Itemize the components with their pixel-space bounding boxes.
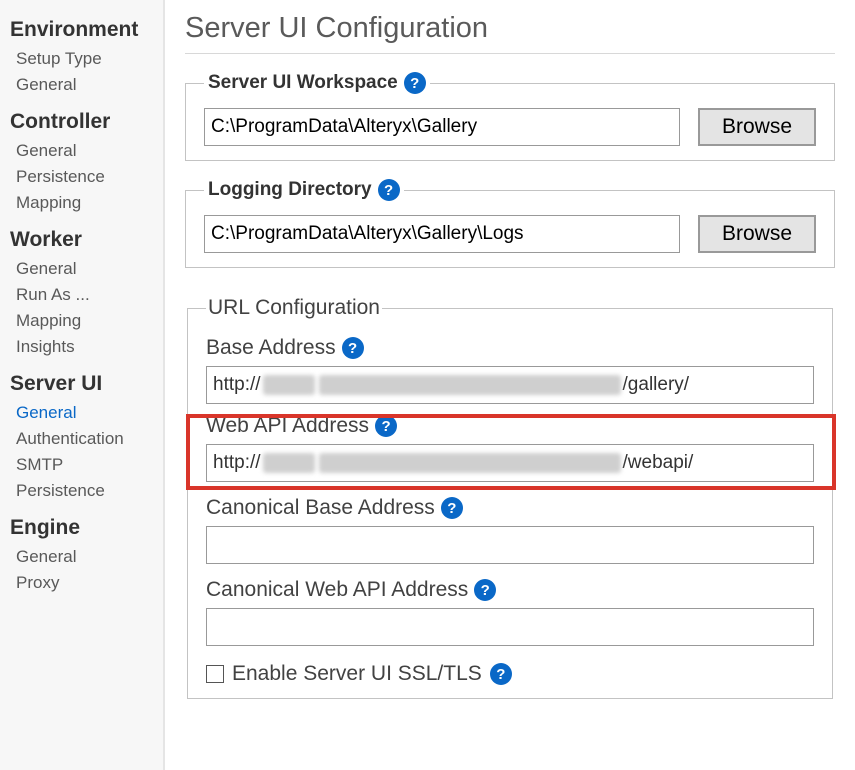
workspace-fieldset: Server UI Workspace ? Browse bbox=[185, 72, 835, 161]
nav-item[interactable]: General bbox=[0, 72, 163, 98]
help-icon[interactable]: ? bbox=[474, 579, 496, 601]
logging-input[interactable] bbox=[204, 215, 680, 253]
workspace-legend: Server UI Workspace bbox=[208, 72, 398, 94]
nav-item[interactable]: Run As ... bbox=[0, 282, 163, 308]
redacted-text bbox=[319, 375, 621, 395]
sidebar: EnvironmentSetup TypeGeneralControllerGe… bbox=[0, 0, 165, 770]
help-icon[interactable]: ? bbox=[378, 179, 400, 201]
nav-item[interactable]: SMTP bbox=[0, 452, 163, 478]
redacted-text bbox=[319, 453, 621, 473]
base-address-input[interactable]: http:// /gallery/ bbox=[206, 366, 814, 404]
nav-item[interactable]: General bbox=[0, 256, 163, 282]
ssl-checkbox[interactable] bbox=[206, 665, 224, 683]
nav-item[interactable]: Persistence bbox=[0, 164, 163, 190]
canonical-webapi-input[interactable] bbox=[206, 608, 814, 646]
help-icon[interactable]: ? bbox=[490, 663, 512, 685]
main-panel: Server UI Configuration Server UI Worksp… bbox=[165, 0, 855, 770]
browse-button[interactable]: Browse bbox=[698, 215, 816, 253]
base-address-suffix: /gallery/ bbox=[623, 374, 690, 396]
logging-fieldset: Logging Directory ? Browse bbox=[185, 179, 835, 268]
nav-group-title: Engine bbox=[0, 504, 163, 544]
nav-group-title: Worker bbox=[0, 216, 163, 256]
canonical-base-input[interactable] bbox=[206, 526, 814, 564]
nav-item[interactable]: Authentication bbox=[0, 426, 163, 452]
nav-group-title: Environment bbox=[0, 6, 163, 46]
help-icon[interactable]: ? bbox=[375, 415, 397, 437]
nav-item[interactable]: Insights bbox=[0, 334, 163, 360]
help-icon[interactable]: ? bbox=[441, 497, 463, 519]
canonical-webapi-label: Canonical Web API Address bbox=[206, 578, 468, 602]
nav-group-title: Controller bbox=[0, 98, 163, 138]
workspace-input[interactable] bbox=[204, 108, 680, 146]
url-config-fieldset: URL Configuration Base Address ? http://… bbox=[187, 296, 833, 699]
nav-item[interactable]: Proxy bbox=[0, 570, 163, 596]
ssl-label: Enable Server UI SSL/TLS bbox=[232, 662, 482, 686]
base-address-label: Base Address bbox=[206, 336, 336, 360]
nav-item[interactable]: Persistence bbox=[0, 478, 163, 504]
page-title: Server UI Configuration bbox=[185, 12, 835, 54]
nav-item[interactable]: Mapping bbox=[0, 190, 163, 216]
web-api-suffix: /webapi/ bbox=[623, 452, 694, 474]
nav-group-title: Server UI bbox=[0, 360, 163, 400]
nav-item[interactable]: General bbox=[0, 544, 163, 570]
url-config-legend: URL Configuration bbox=[206, 296, 382, 320]
redacted-text bbox=[263, 453, 315, 473]
browse-button[interactable]: Browse bbox=[698, 108, 816, 146]
nav-item[interactable]: Setup Type bbox=[0, 46, 163, 72]
base-address-prefix: http:// bbox=[213, 374, 261, 396]
redacted-text bbox=[263, 375, 315, 395]
logging-legend: Logging Directory bbox=[208, 179, 372, 201]
nav-item[interactable]: General bbox=[0, 400, 163, 426]
nav-item[interactable]: General bbox=[0, 138, 163, 164]
canonical-base-label: Canonical Base Address bbox=[206, 496, 435, 520]
web-api-address-input[interactable]: http:// /webapi/ bbox=[206, 444, 814, 482]
web-api-address-label: Web API Address bbox=[206, 414, 369, 438]
help-icon[interactable]: ? bbox=[342, 337, 364, 359]
nav-item[interactable]: Mapping bbox=[0, 308, 163, 334]
help-icon[interactable]: ? bbox=[404, 72, 426, 94]
web-api-prefix: http:// bbox=[213, 452, 261, 474]
